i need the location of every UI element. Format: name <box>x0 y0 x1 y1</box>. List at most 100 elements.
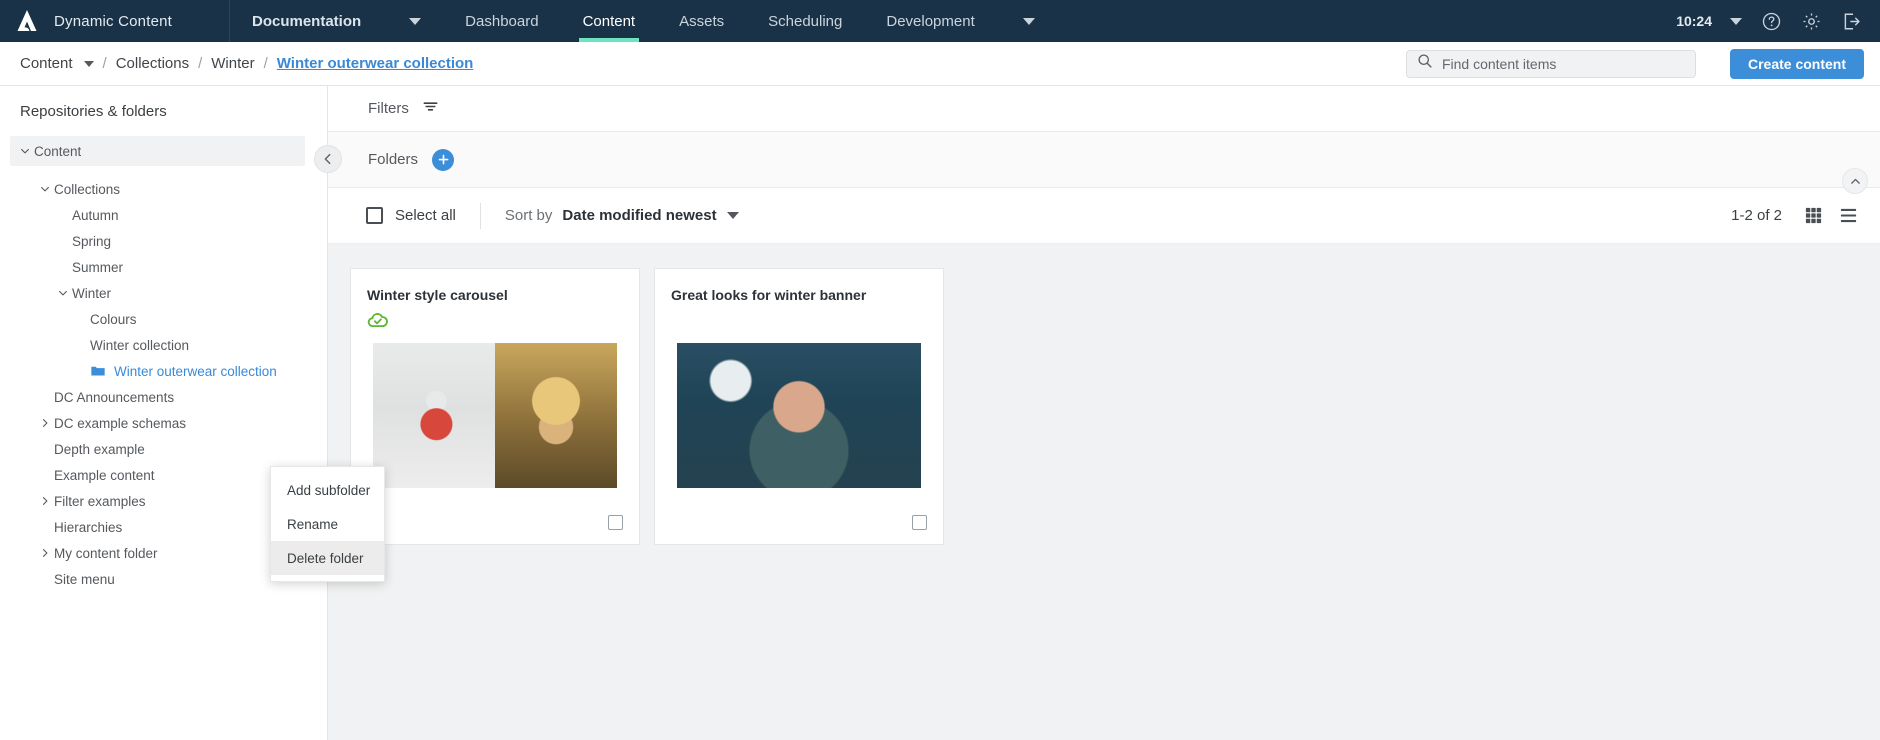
filters-bar: Filters <box>328 86 1880 132</box>
brand-area[interactable]: Dynamic Content <box>0 0 230 42</box>
context-menu-item-delete-folder[interactable]: Delete folder <box>271 541 384 575</box>
tree-item-content[interactable]: Content <box>10 136 305 166</box>
create-content-button[interactable]: Create content <box>1729 48 1864 79</box>
nav-item-label: Assets <box>679 12 725 30</box>
tree-item-autumn[interactable]: Autumn <box>0 202 327 228</box>
select-all-group: Select all <box>366 207 456 224</box>
chevron-down-icon[interactable] <box>1730 17 1742 25</box>
chevron-down-icon <box>41 186 49 192</box>
chevron-right-icon <box>42 497 48 505</box>
tree-item-dc-announcements[interactable]: DC Announcements <box>0 384 327 410</box>
tree-item-label: Depth example <box>54 441 145 457</box>
chevron-left-icon <box>324 153 331 165</box>
breadcrumb-item-content[interactable]: Content <box>20 55 73 72</box>
nav-item-dashboard[interactable]: Dashboard <box>443 0 560 42</box>
content-card-checkbox[interactable] <box>912 515 927 530</box>
gear-icon[interactable] <box>1800 10 1822 32</box>
chevron-right-icon[interactable] <box>36 495 54 507</box>
nav-item-development[interactable]: Development <box>864 0 1056 42</box>
toolbar-divider <box>479 202 481 229</box>
chevron-down-icon[interactable] <box>83 60 94 67</box>
view-toggle-group <box>1804 206 1858 225</box>
tree-item-label: Hierarchies <box>54 519 123 535</box>
tree-item-label: Filter examples <box>54 493 146 509</box>
tree-item-label: Autumn <box>72 207 119 223</box>
chevron-down-icon <box>1022 17 1035 25</box>
nav-flex-spacer <box>1057 0 1676 42</box>
main-nav-items: Documentation Dashboard Content Assets S… <box>230 0 1057 42</box>
select-all-checkbox[interactable] <box>366 207 383 224</box>
breadcrumb-item-current[interactable]: Winter outerwear collection <box>277 55 474 72</box>
chevron-right-icon[interactable] <box>36 417 54 429</box>
chevron-down-icon[interactable] <box>36 183 54 195</box>
folder-tree: Content Collections Autumn Spring Summer Wint… <box>0 134 327 740</box>
app-body: Repositories & folders Content Collection… <box>0 86 1880 740</box>
tree-item-label: Colours <box>90 311 137 327</box>
select-all-label[interactable]: Select all <box>395 207 456 224</box>
sidebar-collapse-button[interactable] <box>314 145 342 173</box>
folder-icon <box>90 363 110 379</box>
filters-label[interactable]: Filters <box>368 100 409 117</box>
tree-item-dc-example-schemas[interactable]: DC example schemas <box>0 410 327 436</box>
content-card-thumbnail <box>677 343 921 488</box>
search-input[interactable] <box>1441 55 1685 72</box>
tree-item-spring[interactable]: Spring <box>0 228 327 254</box>
content-card-title: Winter style carousel <box>367 287 508 303</box>
tree-item-collections[interactable]: Collections <box>0 176 327 202</box>
breadcrumb-bar: Content / Collections / Winter / Winter … <box>0 42 1880 86</box>
search-box[interactable] <box>1405 49 1696 78</box>
nav-item-assets[interactable]: Assets <box>657 0 746 42</box>
folders-collapse-button[interactable] <box>1842 168 1868 194</box>
tree-item-label: Summer <box>72 259 124 275</box>
chevron-down-icon[interactable] <box>16 145 34 157</box>
thumbnail-image <box>677 343 921 488</box>
nav-item-documentation[interactable]: Documentation <box>230 0 443 42</box>
content-card-footer <box>655 488 943 544</box>
tree-item-winter-outerwear-collection[interactable]: Winter outerwear collection <box>0 358 327 384</box>
chevron-down-icon[interactable] <box>726 212 739 219</box>
chevron-right-icon[interactable] <box>36 547 54 559</box>
tree-item-depth-example[interactable]: Depth example <box>0 436 327 462</box>
breadcrumb-item-collections[interactable]: Collections <box>116 55 189 72</box>
grid-view-icon[interactable] <box>1804 206 1823 225</box>
cloud-published-icon <box>367 313 389 333</box>
nav-item-content[interactable]: Content <box>561 0 658 42</box>
nav-right-controls: 10:24 <box>1676 0 1880 42</box>
thumbnail-image <box>495 343 617 488</box>
tree-item-label: DC example schemas <box>54 415 187 431</box>
nav-item-label: Development <box>886 12 975 30</box>
tree-item-winter[interactable]: Winter <box>0 280 327 306</box>
tree-item-label: DC Announcements <box>54 389 175 405</box>
content-card[interactable]: Winter style carousel <box>350 268 640 545</box>
chevron-up-icon <box>1850 178 1860 184</box>
content-card[interactable]: Great looks for winter banner <box>654 268 944 545</box>
add-folder-button[interactable] <box>432 148 455 171</box>
tree-item-summer[interactable]: Summer <box>0 254 327 280</box>
chevron-down-icon[interactable] <box>54 287 72 299</box>
plus-icon <box>438 154 448 165</box>
chevron-right-icon <box>42 419 48 427</box>
thumbnail-image <box>373 343 495 488</box>
context-menu-item-add-subfolder[interactable]: Add subfolder <box>271 473 384 507</box>
sort-by-label: Sort by <box>504 207 553 224</box>
context-menu-item-rename[interactable]: Rename <box>271 507 384 541</box>
tree-item-label: Winter outerwear collection <box>114 363 277 379</box>
chevron-down-icon <box>59 290 67 296</box>
tree-item-label: Collections <box>54 181 121 197</box>
breadcrumb-item-winter[interactable]: Winter <box>211 55 254 72</box>
breadcrumb-separator: / <box>263 55 268 72</box>
nav-item-scheduling[interactable]: Scheduling <box>746 0 864 42</box>
content-cards-area: Winter style carousel Great looks for win… <box>328 244 1880 740</box>
logout-icon[interactable] <box>1840 10 1862 32</box>
main-panel: Filters Folders Select all Sort by Date … <box>328 86 1880 740</box>
tree-item-colours[interactable]: Colours <box>0 306 327 332</box>
content-card-checkbox[interactable] <box>608 515 623 530</box>
content-card-thumbnail <box>373 343 617 488</box>
context-menu-item-label: Rename <box>287 516 339 532</box>
sort-by-value[interactable]: Date modified newest <box>562 207 716 224</box>
list-view-icon[interactable] <box>1839 206 1858 225</box>
tree-item-winter-collection[interactable]: Winter collection <box>0 332 327 358</box>
filter-icon[interactable] <box>421 97 440 121</box>
help-circle-icon[interactable] <box>1760 10 1782 32</box>
breadcrumb-separator: / <box>102 55 107 72</box>
